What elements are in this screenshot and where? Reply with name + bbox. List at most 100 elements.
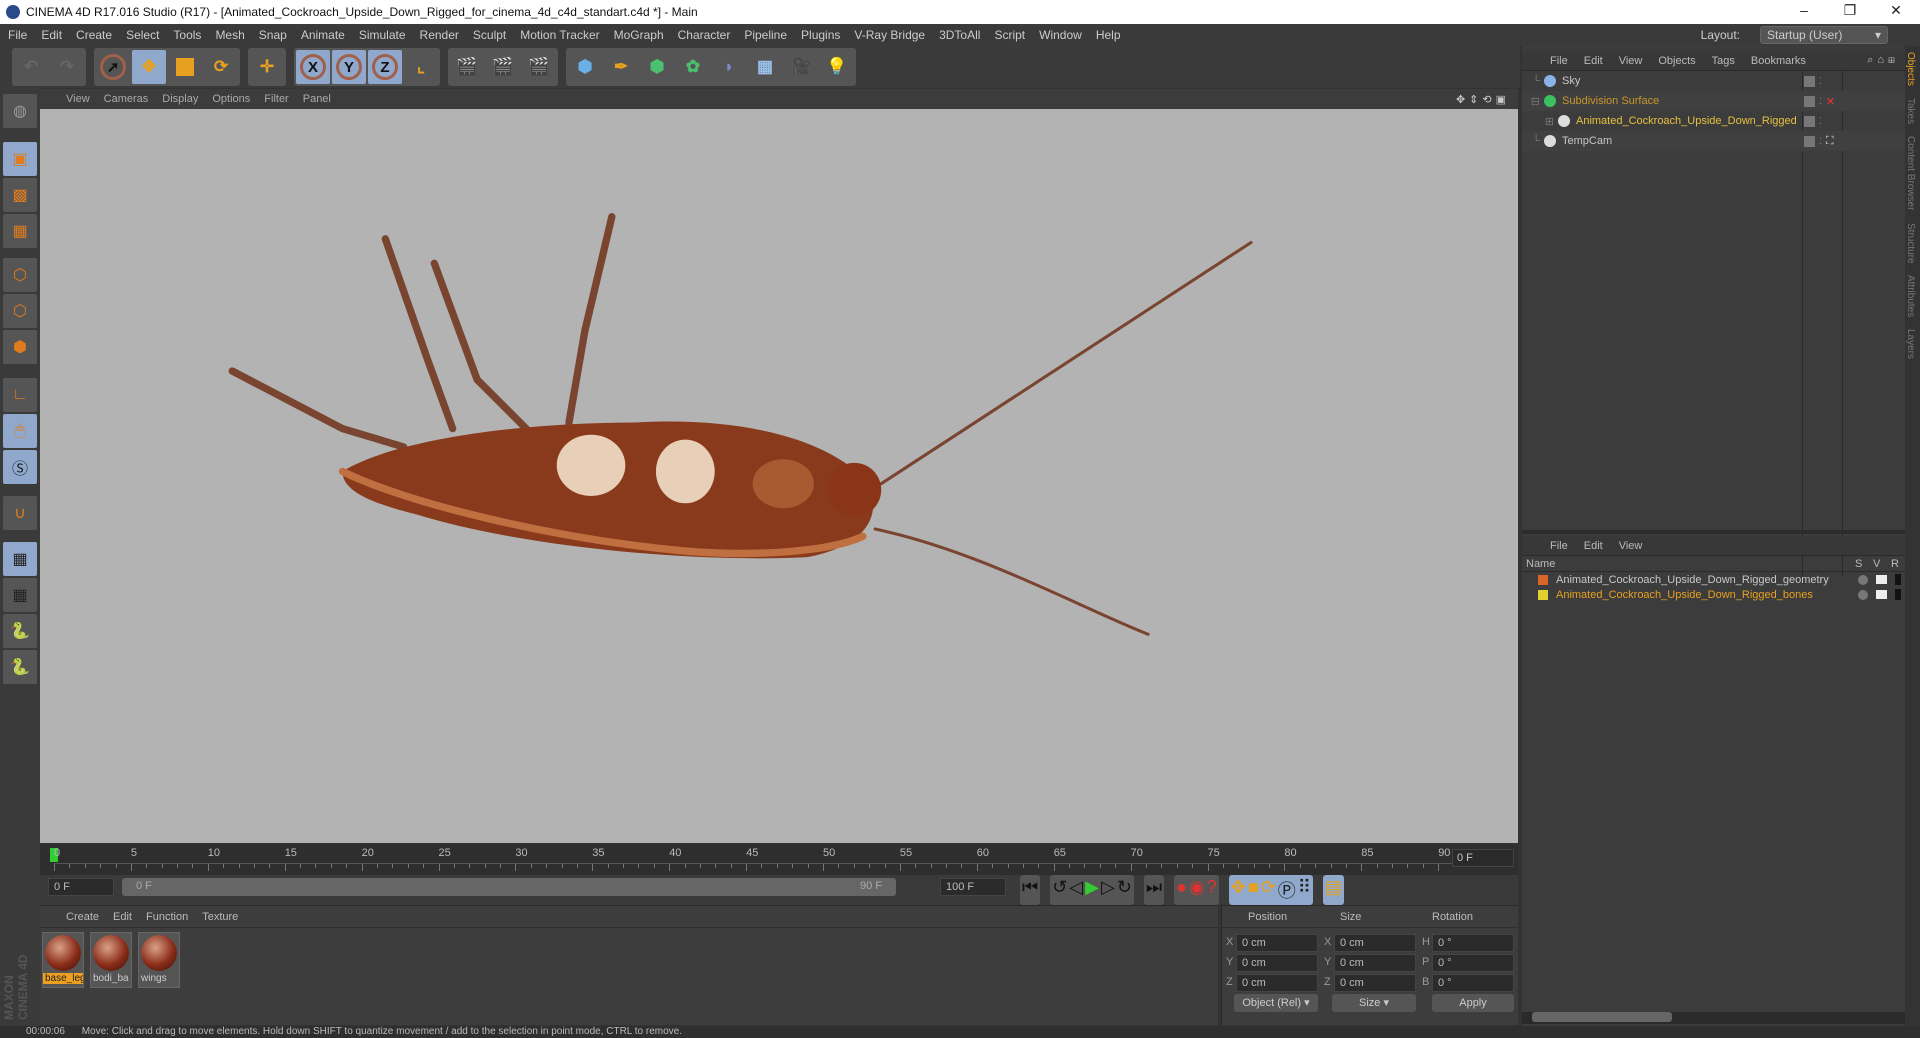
layer-visible-eye-icon[interactable] <box>1876 590 1887 599</box>
current-frame-field[interactable]: 0 F <box>1452 849 1514 867</box>
polygons-mode-icon[interactable]: ⬢ <box>3 330 37 364</box>
coordinate-mode-dropdown[interactable]: Object (Rel) ▾ <box>1234 994 1318 1012</box>
size-z-field[interactable]: 0 cm <box>1334 974 1416 992</box>
object-row[interactable]: ⊟ Subdivision Surface ⁚ ✕ <box>1522 91 1905 111</box>
pos-x-field[interactable]: 0 cm <box>1236 934 1318 952</box>
viewport-menu-filter[interactable]: Filter <box>264 93 288 105</box>
go-to-end-icon[interactable]: ⏭ <box>1143 875 1165 905</box>
size-x-field[interactable]: 0 cm <box>1334 934 1416 952</box>
edit-toggle-icon[interactable] <box>1804 115 1815 127</box>
key-rotation-icon[interactable]: ⟳ <box>1261 877 1276 903</box>
render-view-icon[interactable]: 🎬 <box>450 50 484 84</box>
side-tab-content-browser[interactable]: Content Browser <box>1905 130 1916 216</box>
side-tab-layers[interactable]: Layers <box>1905 323 1916 365</box>
x-axis-button[interactable]: X <box>296 50 330 84</box>
material-wings[interactable]: wings <box>138 932 180 988</box>
menu-vray-bridge[interactable]: V-Ray Bridge <box>854 28 925 42</box>
edit-toggle-icon[interactable] <box>1804 135 1815 147</box>
autokey-icon[interactable]: ◉ <box>1189 877 1205 903</box>
solo-mode-icon[interactable]: Ⓢ <box>3 450 37 484</box>
viewport-nav-icons[interactable]: ✥⇕⟲▣ <box>1456 93 1510 106</box>
layer-row[interactable]: Animated_Cockroach_Upside_Down_Rigged_bo… <box>1522 587 1905 602</box>
side-tab-takes[interactable]: Takes <box>1905 92 1916 130</box>
range-slider[interactable]: 0 F 90 F <box>122 878 896 896</box>
light-icon[interactable]: 💡 <box>820 50 854 84</box>
cube-object-icon[interactable]: ⬢ <box>568 50 602 84</box>
go-to-start-icon[interactable]: ⏮ <box>1020 875 1041 905</box>
menu-simulate[interactable]: Simulate <box>359 28 406 42</box>
menu-script[interactable]: Script <box>994 28 1025 42</box>
python-icon[interactable]: 🐍 <box>3 614 37 648</box>
menu-mesh[interactable]: Mesh <box>215 28 244 42</box>
snap-magnet-icon[interactable]: ∪ <box>3 496 37 530</box>
previous-key-icon[interactable]: ↺ <box>1052 877 1067 903</box>
viewport-menu-options[interactable]: Options <box>212 93 250 105</box>
end-frame-field[interactable]: 100 F <box>940 878 1006 896</box>
objects-menu-tags[interactable]: Tags <box>1712 55 1735 67</box>
edit-toggle-icon[interactable] <box>1804 95 1815 107</box>
layer-render-icon[interactable] <box>1895 574 1901 585</box>
menu-character[interactable]: Character <box>678 28 731 42</box>
visibility-dots-icon[interactable]: ⁚ <box>1819 136 1822 147</box>
workplane-mode-icon[interactable]: ▦ <box>3 214 37 248</box>
restore-button[interactable]: ❐ <box>1830 2 1870 19</box>
menu-animate[interactable]: Animate <box>301 28 345 42</box>
select-tool-icon[interactable]: ➚ <box>96 50 130 84</box>
material-base-leg[interactable]: base_leg <box>42 932 84 988</box>
material-menu-edit[interactable]: Edit <box>113 911 132 923</box>
menu-mograph[interactable]: MoGraph <box>614 28 664 42</box>
tweak-mode-icon[interactable]: 🖱 <box>3 414 37 448</box>
pen-spline-icon[interactable]: ✒ <box>604 50 638 84</box>
object-row[interactable]: ⊞ Animated_Cockroach_Upside_Down_Rigged ⁚ <box>1522 111 1905 131</box>
python-script-icon[interactable]: 🐍 <box>3 650 37 684</box>
menu-motion-tracker[interactable]: Motion Tracker <box>520 28 599 42</box>
visibility-dots-icon[interactable]: ⁚ <box>1819 116 1822 127</box>
material-menu-function[interactable]: Function <box>146 911 188 923</box>
rotate-tool-icon[interactable]: ⟳ <box>204 50 238 84</box>
objects-menu-edit[interactable]: Edit <box>1584 55 1603 67</box>
minimize-button[interactable]: – <box>1784 2 1824 18</box>
cloner-icon[interactable]: ✿ <box>676 50 710 84</box>
next-frame-icon[interactable]: ▷ <box>1101 877 1115 903</box>
layers-menu-edit[interactable]: Edit <box>1584 540 1603 552</box>
layers-menu-file[interactable]: File <box>1550 540 1568 552</box>
object-row[interactable]: └ TempCam ⁚ ⛶ <box>1522 131 1905 151</box>
workplane-icon[interactable]: ▦ <box>3 578 37 612</box>
lock-workplane-icon[interactable]: ▦ <box>3 542 37 576</box>
camera-icon[interactable]: 🎥 <box>784 50 818 84</box>
key-pla-icon[interactable]: ⠿ <box>1298 877 1311 903</box>
layer-solo-icon[interactable] <box>1858 574 1868 585</box>
apply-button[interactable]: Apply <box>1432 994 1514 1012</box>
viewport-menu-panel[interactable]: Panel <box>303 93 331 105</box>
key-param-icon[interactable]: Ⓟ <box>1278 877 1296 903</box>
layer-render-icon[interactable] <box>1895 589 1901 600</box>
visibility-dots-icon[interactable]: ⁚ <box>1819 96 1822 107</box>
objects-menu-bookmarks[interactable]: Bookmarks <box>1751 55 1806 67</box>
material-menu-create[interactable]: Create <box>66 911 99 923</box>
play-icon[interactable]: ▶ <box>1085 877 1099 903</box>
render-settings-icon[interactable]: 🎬 <box>522 50 556 84</box>
z-axis-button[interactable]: Z <box>368 50 402 84</box>
menu-window[interactable]: Window <box>1039 28 1082 42</box>
menu-create[interactable]: Create <box>76 28 112 42</box>
deformer-icon[interactable]: ◗ <box>712 50 746 84</box>
side-tab-objects[interactable]: Objects <box>1905 46 1916 92</box>
rot-b-field[interactable]: 0 ° <box>1432 974 1514 992</box>
texture-mode-icon[interactable]: ▩ <box>3 178 37 212</box>
viewport-menu-display[interactable]: Display <box>162 93 198 105</box>
material-bodi-ba[interactable]: bodi_ba <box>90 932 132 988</box>
key-scale-icon[interactable]: ■ <box>1248 877 1259 903</box>
move-tool-icon[interactable]: ✥ <box>132 50 166 84</box>
menu-plugins[interactable]: Plugins <box>801 28 840 42</box>
timeline-ruler[interactable]: 0 5 10 15 20 25 30 35 40 45 50 55 60 65 70 75 80 85 90 0 F <box>40 845 1518 875</box>
camera-target-tag-icon[interactable]: ⛶ <box>1826 135 1834 148</box>
next-key-icon[interactable]: ↻ <box>1117 877 1132 903</box>
menu-3dtoall[interactable]: 3DToAll <box>939 28 980 42</box>
rot-p-field[interactable]: 0 ° <box>1432 954 1514 972</box>
size-mode-dropdown[interactable]: Size ▾ <box>1332 994 1416 1012</box>
layer-row[interactable]: Animated_Cockroach_Upside_Down_Rigged_ge… <box>1522 572 1905 587</box>
horizontal-scrollbar[interactable] <box>1522 1012 1905 1024</box>
key-position-icon[interactable]: ✥ <box>1231 877 1246 903</box>
previous-frame-icon[interactable]: ◁ <box>1069 877 1083 903</box>
coordinate-system-icon[interactable]: ⌞ <box>404 50 438 84</box>
